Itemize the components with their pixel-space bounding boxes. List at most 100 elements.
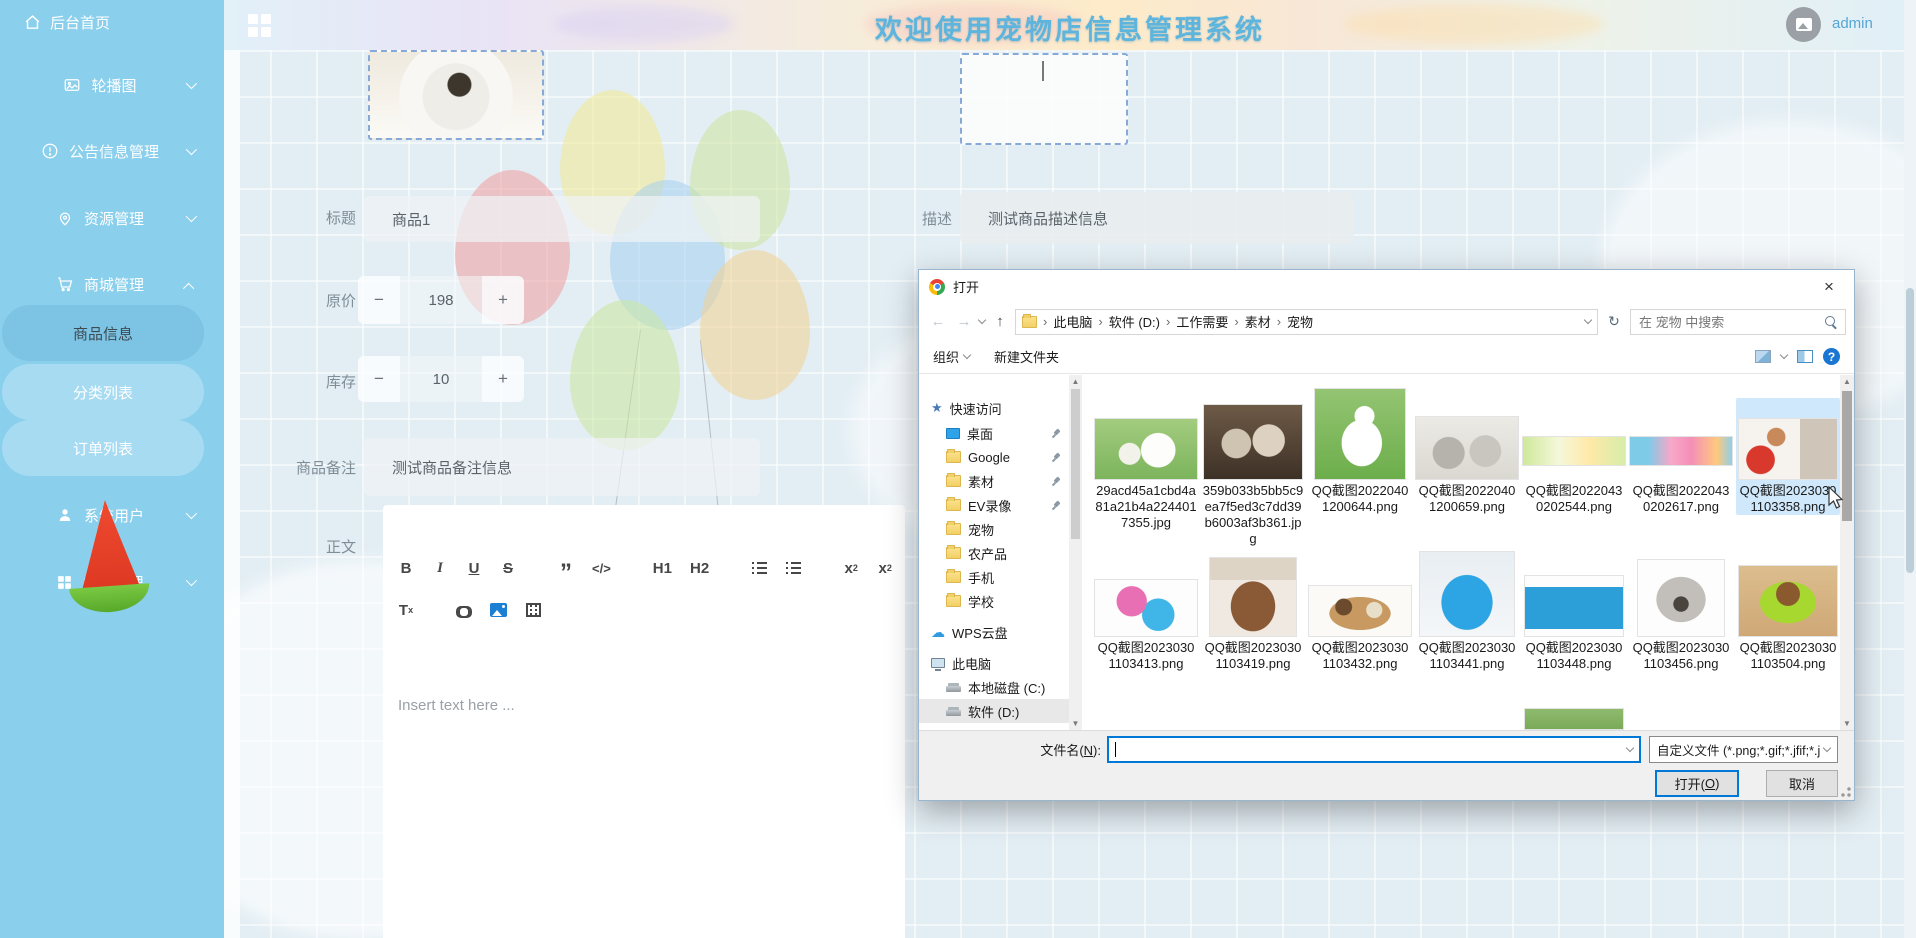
- nav-this-pc[interactable]: 此电脑: [919, 651, 1069, 675]
- file-item[interactable]: QQ截图20220430202544.png: [1522, 398, 1626, 515]
- file-item[interactable]: QQ截图20220430202617.png: [1629, 398, 1733, 515]
- breadcrumb-work[interactable]: 工作需要: [1176, 312, 1228, 331]
- file-item[interactable]: QQ截图20230301103432.png: [1308, 555, 1412, 672]
- nav-wps-cloud[interactable]: ☁ WPS云盘: [919, 620, 1069, 644]
- nav-material[interactable]: 素材: [919, 469, 1069, 493]
- nav-drive-d[interactable]: 软件 (D:): [919, 699, 1069, 723]
- editor-placeholder[interactable]: Insert text here ...: [398, 697, 515, 714]
- refresh-icon[interactable]: ↻: [1602, 313, 1626, 330]
- avatar[interactable]: [1786, 7, 1821, 42]
- nav-agriculture[interactable]: 农产品: [919, 541, 1069, 565]
- blockquote-icon[interactable]: ”: [558, 557, 574, 585]
- sidebar-item-product-info[interactable]: 商品信息: [2, 305, 204, 361]
- heading1-icon[interactable]: H1: [653, 557, 672, 579]
- file-item-selected[interactable]: QQ截图20230301103358.png: [1736, 398, 1840, 515]
- price-increase-button[interactable]: +: [482, 276, 524, 324]
- filename-input[interactable]: [1107, 736, 1641, 763]
- page-scrollbar[interactable]: [1904, 0, 1916, 938]
- sidebar-item-order-list[interactable]: 订单列表: [2, 420, 204, 476]
- nav-phone[interactable]: 手机: [919, 565, 1069, 589]
- nav-google[interactable]: Google: [919, 445, 1069, 469]
- file-item[interactable]: QQ截图20230301103441.png: [1415, 551, 1519, 672]
- subscript-icon[interactable]: x2: [843, 557, 859, 579]
- description-input[interactable]: 测试商品描述信息: [960, 192, 1354, 244]
- forward-icon[interactable]: →: [953, 313, 975, 330]
- price-value[interactable]: 198: [400, 276, 482, 324]
- filename-dropdown-icon[interactable]: [1625, 743, 1635, 753]
- breadcrumb-material[interactable]: 素材: [1245, 312, 1271, 331]
- file-item[interactable]: 359b033b5bb5c9ea7f5ed3c7dd39b6003af3b361…: [1201, 398, 1305, 547]
- price-decrease-button[interactable]: −: [358, 276, 400, 324]
- stock-value[interactable]: 10: [400, 356, 482, 402]
- sidebar-item-home[interactable]: 后台首页: [24, 12, 110, 33]
- scroll-down-icon[interactable]: ▼: [1069, 719, 1082, 728]
- insert-image-icon[interactable]: [490, 599, 507, 621]
- clear-format-icon[interactable]: Tx: [398, 599, 414, 621]
- up-icon[interactable]: ↑: [989, 313, 1011, 330]
- bold-icon[interactable]: B: [398, 557, 414, 579]
- stock-increase-button[interactable]: +: [482, 356, 524, 402]
- file-item[interactable]: QQ截图20220401200659.png: [1415, 398, 1519, 515]
- file-list-scrollbar[interactable]: ▲ ▼: [1840, 375, 1854, 730]
- dialog-titlebar[interactable]: 打开 ×: [919, 270, 1854, 303]
- page-scrollbar-thumb[interactable]: [1906, 288, 1914, 573]
- file-item[interactable]: QQ截图20230301103413.png: [1094, 555, 1198, 672]
- nav-quick-access[interactable]: ★ 快速访问: [919, 396, 1069, 420]
- nav-drive-c[interactable]: 本地磁盘 (C:): [919, 675, 1069, 699]
- organize-button[interactable]: 组织: [933, 347, 972, 366]
- scroll-up-icon[interactable]: ▲: [1069, 377, 1082, 386]
- new-folder-button[interactable]: 新建文件夹: [994, 347, 1059, 366]
- view-dropdown-icon[interactable]: [1779, 350, 1789, 360]
- dialog-close-button[interactable]: ×: [1814, 277, 1844, 297]
- breadcrumb-drive-d[interactable]: 软件 (D:): [1109, 312, 1160, 331]
- cancel-button[interactable]: 取消: [1766, 770, 1838, 797]
- breadcrumb-this-pc[interactable]: 此电脑: [1053, 312, 1092, 331]
- history-chevron-icon[interactable]: [977, 315, 987, 325]
- help-icon[interactable]: ?: [1823, 348, 1840, 365]
- scroll-up-icon[interactable]: ▲: [1840, 377, 1854, 386]
- sidebar-item-mall[interactable]: 商城管理: [0, 269, 200, 299]
- link-icon[interactable]: [456, 599, 472, 621]
- file-item[interactable]: QQ截图20220401200644.png: [1308, 388, 1412, 515]
- file-item[interactable]: QQ截图20230301103504.png: [1736, 555, 1840, 672]
- insert-video-icon[interactable]: [525, 599, 541, 621]
- italic-icon[interactable]: I: [432, 557, 448, 579]
- product-image-preview[interactable]: [368, 50, 544, 140]
- filetype-select[interactable]: 自定义文件 (*.png;*.gif;*.jfif;*.j: [1649, 736, 1838, 763]
- superscript-icon[interactable]: x2: [877, 557, 893, 579]
- heading2-icon[interactable]: H2: [690, 557, 709, 579]
- change-view-icon[interactable]: [1755, 350, 1771, 363]
- sidebar-item-carousel[interactable]: 轮播图: [0, 70, 200, 100]
- image-upload-dropzone[interactable]: [960, 53, 1128, 145]
- back-icon[interactable]: ←: [927, 313, 949, 330]
- file-item[interactable]: QQ截图20230301103448.png: [1522, 555, 1626, 672]
- file-item[interactable]: QQ截图20230301103419.png: [1201, 555, 1305, 672]
- underline-icon[interactable]: U: [466, 557, 482, 579]
- breadcrumb-pets[interactable]: 宠物: [1287, 312, 1313, 331]
- nav-scrollbar[interactable]: ▲ ▼: [1069, 375, 1082, 730]
- file-thumbnail-partial[interactable]: [1524, 708, 1624, 730]
- file-item[interactable]: QQ截图20230301103456.png: [1629, 555, 1733, 672]
- stock-decrease-button[interactable]: −: [358, 356, 400, 402]
- ordered-list-icon[interactable]: [751, 557, 767, 579]
- preview-pane-icon[interactable]: [1797, 350, 1813, 363]
- bullet-list-icon[interactable]: [785, 557, 801, 579]
- scroll-down-icon[interactable]: ▼: [1840, 719, 1854, 728]
- address-dropdown-icon[interactable]: [1583, 315, 1593, 325]
- resize-grip[interactable]: [1841, 787, 1851, 797]
- file-item[interactable]: 29acd45a1cbd4a81a21b4a2244017355.jpg: [1094, 398, 1198, 531]
- strikethrough-icon[interactable]: S: [500, 557, 516, 579]
- nav-scrollbar-thumb[interactable]: [1071, 389, 1080, 539]
- nav-ev-recording[interactable]: EV录像: [919, 493, 1069, 517]
- code-icon[interactable]: </>: [592, 557, 611, 579]
- sidebar-item-category-list[interactable]: 分类列表: [2, 364, 204, 420]
- nav-desktop[interactable]: 桌面: [919, 421, 1069, 445]
- breadcrumb[interactable]: › 此电脑 › 软件 (D:) › 工作需要 › 素材 › 宠物: [1015, 308, 1598, 335]
- nav-school[interactable]: 学校: [919, 589, 1069, 613]
- note-input[interactable]: 测试商品备注信息: [364, 438, 760, 496]
- sidebar-item-announcements[interactable]: 公告信息管理: [0, 136, 200, 166]
- sidebar-item-resources[interactable]: 资源管理: [0, 203, 200, 233]
- nav-pets[interactable]: 宠物: [919, 517, 1069, 541]
- open-button[interactable]: 打开(O): [1655, 770, 1739, 797]
- title-input[interactable]: 商品1: [364, 196, 760, 242]
